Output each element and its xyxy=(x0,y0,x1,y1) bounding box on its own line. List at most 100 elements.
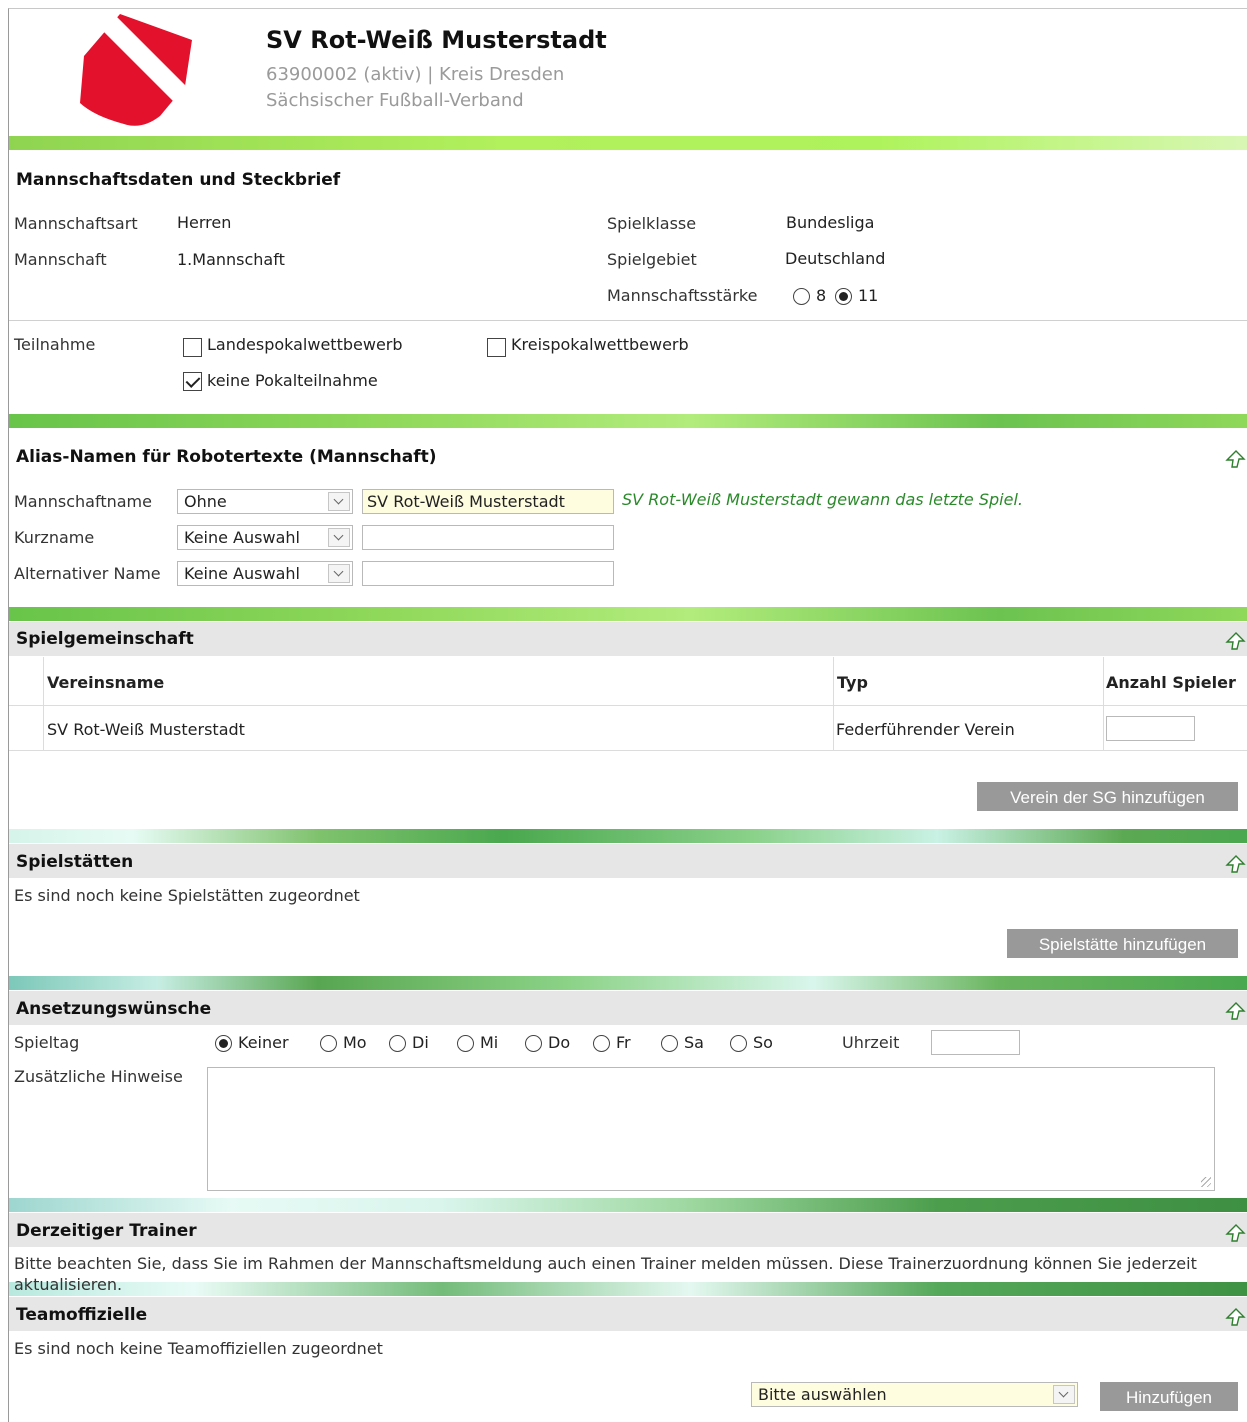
table-divider xyxy=(1103,657,1104,751)
day-radio-mi[interactable] xyxy=(457,1035,474,1052)
table-divider xyxy=(9,705,1247,706)
alias-select-mannschaftname[interactable]: Ohne xyxy=(177,489,353,514)
alias-select-kurzname[interactable]: Keine Auswahl xyxy=(177,525,353,550)
club-association: Sächsischer Fußball-Verband xyxy=(266,90,524,111)
table-divider xyxy=(9,750,1247,751)
section-divider xyxy=(9,1198,1247,1212)
club-logo xyxy=(80,12,200,126)
team-type-label: Mannschaftsart xyxy=(14,214,138,233)
strength-option-8: 8 xyxy=(816,286,827,305)
notes-textarea[interactable] xyxy=(207,1067,1215,1191)
scroll-to-top-icon[interactable] xyxy=(1224,1306,1246,1328)
sg-title: Spielgemeinschaft xyxy=(16,629,194,649)
sg-column-anzahl-spieler: Anzahl Spieler xyxy=(1106,673,1236,692)
team-value: 1.Mannschaft xyxy=(177,250,285,269)
venues-empty-text: Es sind noch keine Spielstätten zugeordn… xyxy=(14,886,360,905)
alias-select-value: Keine Auswahl xyxy=(184,528,300,547)
day-radio-mo[interactable] xyxy=(320,1035,337,1052)
chevron-down-icon xyxy=(1053,1385,1075,1404)
sg-header-bar xyxy=(9,622,1247,656)
scroll-to-top-icon[interactable] xyxy=(1224,630,1246,652)
add-official-button[interactable]: Hinzufügen xyxy=(1100,1382,1238,1411)
section-divider xyxy=(9,414,1247,428)
checkbox-landespokal[interactable] xyxy=(183,338,202,357)
club-name: SV Rot-Weiß Musterstadt xyxy=(266,26,607,54)
keine-pokalteilnahme-label: keine Pokalteilnahme xyxy=(207,371,378,390)
officials-title: Teamoffizielle xyxy=(16,1305,148,1325)
chevron-down-icon xyxy=(328,528,350,547)
notes-label: Zusätzliche Hinweise xyxy=(14,1067,183,1086)
day-option-do: Do xyxy=(548,1033,571,1052)
section-divider xyxy=(9,976,1247,990)
venues-title: Spielstätten xyxy=(16,852,134,872)
sg-column-typ: Typ xyxy=(837,673,868,692)
scroll-to-top-icon[interactable] xyxy=(1224,1000,1246,1022)
day-radio-sa[interactable] xyxy=(661,1035,678,1052)
alias-preview-text: SV Rot-Weiß Musterstadt gewann das letzt… xyxy=(622,490,1023,509)
scroll-to-top-icon[interactable] xyxy=(1224,1222,1246,1244)
officials-select-value: Bitte auswählen xyxy=(758,1385,887,1404)
day-option-mo: Mo xyxy=(343,1033,367,1052)
chevron-down-icon xyxy=(328,564,350,583)
trainer-notice-text: Bitte beachten Sie, dass Sie im Rahmen d… xyxy=(14,1254,1197,1294)
checkbox-kreispokal[interactable] xyxy=(487,338,506,357)
strength-radio-11[interactable] xyxy=(835,288,852,305)
officials-select[interactable]: Bitte auswählen xyxy=(751,1382,1078,1407)
alias-select-alternativer-name[interactable]: Keine Auswahl xyxy=(177,561,353,586)
area-value: Deutschland xyxy=(785,249,886,268)
day-radio-di[interactable] xyxy=(389,1035,406,1052)
alias-select-value: Ohne xyxy=(184,492,227,511)
day-radio-so[interactable] xyxy=(730,1035,747,1052)
landespokal-label: Landespokalwettbewerb xyxy=(207,335,403,354)
section-divider xyxy=(9,829,1247,843)
day-label: Spieltag xyxy=(14,1033,80,1052)
scroll-to-top-icon[interactable] xyxy=(1224,448,1246,470)
trainer-title: Derzeitiger Trainer xyxy=(16,1221,197,1241)
day-option-fr: Fr xyxy=(616,1033,631,1052)
officials-header-bar xyxy=(9,1297,1247,1331)
team-data-title: Mannschaftsdaten und Steckbrief xyxy=(16,170,341,190)
team-label: Mannschaft xyxy=(14,250,107,269)
sg-column-vereinsname: Vereinsname xyxy=(47,673,165,692)
day-option-di: Di xyxy=(412,1033,429,1052)
alias-input-alternativer-name[interactable] xyxy=(362,561,614,586)
time-input[interactable] xyxy=(931,1030,1020,1055)
day-option-keiner: Keiner xyxy=(238,1033,289,1052)
day-radio-do[interactable] xyxy=(525,1035,542,1052)
sg-row-typ: Federführender Verein xyxy=(836,720,1015,739)
day-option-so: So xyxy=(753,1033,773,1052)
venues-header-bar xyxy=(9,844,1247,878)
club-id-line: 63900002 (aktiv) | Kreis Dresden xyxy=(266,64,565,85)
strength-option-11: 11 xyxy=(858,286,879,305)
section-divider xyxy=(9,136,1247,150)
class-value: Bundesliga xyxy=(786,213,875,232)
schedule-title: Ansetzungswünsche xyxy=(16,999,212,1019)
alias-label-mannschaftname: Mannschaftname xyxy=(14,492,152,511)
day-radio-fr[interactable] xyxy=(593,1035,610,1052)
strength-label: Mannschaftsstärke xyxy=(607,286,758,305)
participation-label: Teilnahme xyxy=(14,335,96,354)
add-sg-club-button[interactable]: Verein der SG hinzufügen xyxy=(977,782,1238,811)
section-divider xyxy=(9,607,1247,621)
sg-row-anzahl-input[interactable] xyxy=(1106,716,1195,741)
area-label: Spielgebiet xyxy=(607,250,697,269)
day-radio-keiner[interactable] xyxy=(215,1035,232,1052)
alias-label-alternativer-name: Alternativer Name xyxy=(14,564,161,583)
alias-title: Alias-Namen für Robotertexte (Mannschaft… xyxy=(16,447,437,467)
table-divider xyxy=(833,657,834,751)
strength-radio-8[interactable] xyxy=(793,288,810,305)
time-label: Uhrzeit xyxy=(842,1033,900,1052)
day-option-mi: Mi xyxy=(480,1033,499,1052)
add-venue-button[interactable]: Spielstätte hinzufügen xyxy=(1007,929,1238,958)
chevron-down-icon xyxy=(328,492,350,511)
table-divider xyxy=(43,657,44,751)
alias-select-value: Keine Auswahl xyxy=(184,564,300,583)
alias-input-kurzname[interactable] xyxy=(362,525,614,550)
scroll-to-top-icon[interactable] xyxy=(1224,853,1246,875)
checkbox-keine-pokalteilnahme[interactable] xyxy=(183,372,202,391)
sg-row-vereinsname: SV Rot-Weiß Musterstadt xyxy=(47,720,245,739)
resize-grip-icon[interactable] xyxy=(1201,1177,1211,1187)
alias-label-kurzname: Kurzname xyxy=(14,528,95,547)
officials-empty-text: Es sind noch keine Teamoffiziellen zugeo… xyxy=(14,1339,383,1358)
alias-input-mannschaftname[interactable]: SV Rot-Weiß Musterstadt xyxy=(362,489,614,514)
